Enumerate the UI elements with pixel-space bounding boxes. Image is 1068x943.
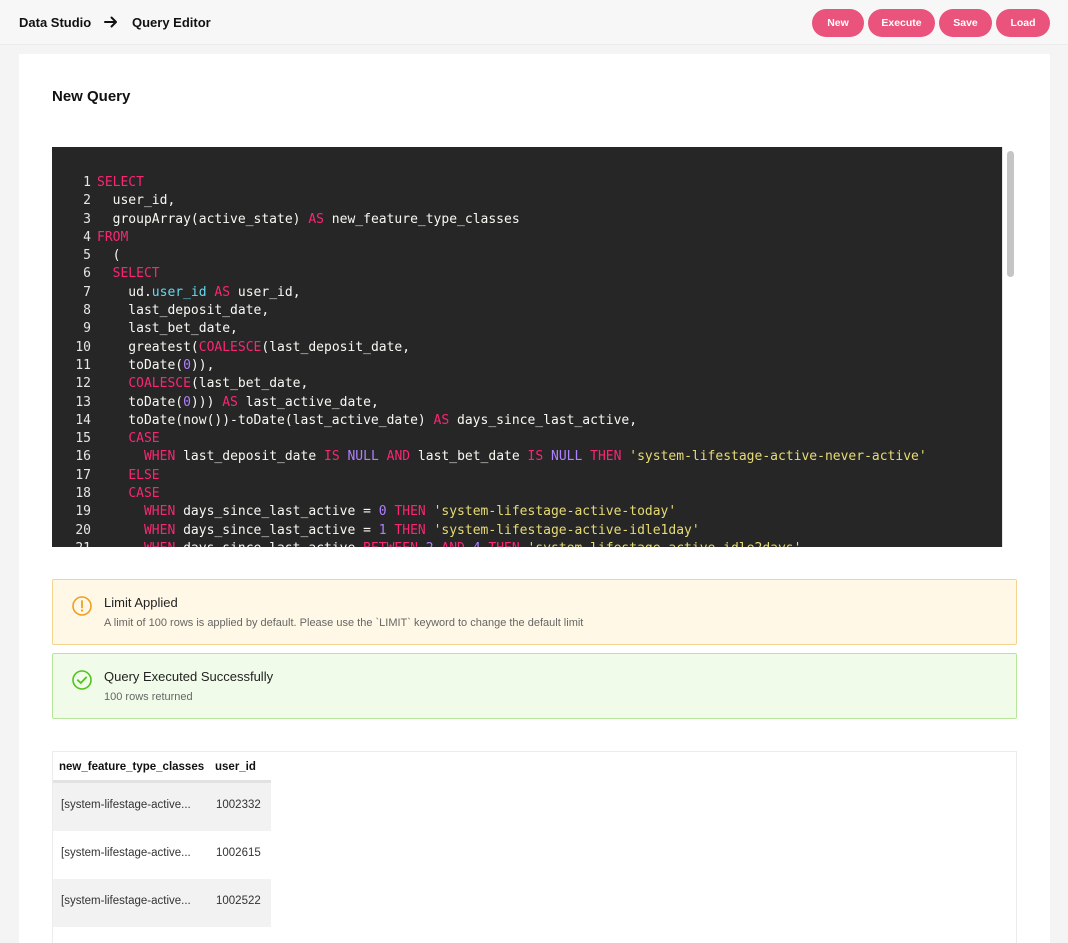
success-alert-title: Query Executed Successfully: [104, 669, 274, 684]
code-line[interactable]: 6 SELECT: [52, 265, 1002, 283]
table-row[interactable]: [system-lifestage-active... 1002522: [53, 879, 271, 927]
code-editor[interactable]: 1 SELECT 2 user_id, 3 groupArray(active_sta…: [52, 147, 1002, 547]
code-line[interactable]: 11 toDate(0)),: [52, 357, 1002, 375]
query-card: New Query 1 SELECT 2 user_id, 3 groupArray(…: [19, 54, 1050, 943]
line-number: 21: [52, 540, 97, 547]
code-line[interactable]: 7 ud.user_id AS user_id,: [52, 284, 1002, 302]
limit-alert: Limit Applied A limit of 100 rows is app…: [52, 579, 1017, 645]
breadcrumb-root[interactable]: Data Studio: [19, 15, 91, 30]
code-text: user_id,: [97, 193, 176, 209]
code-line[interactable]: 17 ELSE: [52, 467, 1002, 485]
code-line[interactable]: 14 toDate(now())-toDate(last_active_date…: [52, 412, 1002, 430]
code-text: (: [97, 248, 121, 264]
code-text: ud.user_id AS user_id,: [97, 284, 301, 300]
code-line[interactable]: 4 FROM: [52, 229, 1002, 247]
line-number: 15: [75, 431, 91, 447]
line-number: 9: [83, 321, 91, 337]
code-line[interactable]: 12 COALESCE(last_bet_date,: [52, 375, 1002, 393]
code-text: last_bet_date,: [97, 321, 238, 337]
code-text: SELECT: [112, 266, 160, 282]
limit-alert-description: A limit of 100 rows is applied by defaul…: [104, 617, 584, 629]
code-text: WHEN days_since_last_active BETWEEN 2 AN…: [97, 541, 801, 547]
arrow-right-icon: [104, 16, 117, 28]
editor-scrollbar[interactable]: [1002, 147, 1018, 547]
code-lines[interactable]: 1 SELECT 2 user_id, 3 groupArray(active_sta…: [52, 174, 1002, 547]
code-text: SELECT: [97, 175, 144, 190]
code-line[interactable]: 9 last_bet_date,: [52, 320, 1002, 338]
line-number: 4: [83, 229, 91, 245]
new-button[interactable]: New: [812, 9, 864, 37]
limit-alert-title: Limit Applied: [104, 595, 178, 610]
line-number: 13: [75, 394, 91, 410]
code-line[interactable]: 18 CASE: [52, 485, 1002, 503]
code-line[interactable]: 8 last_deposit_date,: [52, 302, 1002, 320]
code-text: groupArray(active_state) AS new_feature_…: [97, 211, 520, 227]
page-title: New Query: [52, 88, 131, 105]
line-number: 2: [83, 193, 91, 209]
line-number: 10: [75, 339, 91, 355]
code-text: COALESCE(last_bet_date,: [128, 376, 309, 392]
code-text: FROM: [97, 229, 129, 245]
line-number: 7: [83, 284, 91, 300]
line-number: 8: [83, 303, 91, 319]
top-bar: Data Studio Query Editor New Execute Sav…: [0, 0, 1068, 45]
scrollbar-thumb[interactable]: [1007, 151, 1014, 277]
success-alert: Query Executed Successfully 100 rows ret…: [52, 653, 1017, 719]
column-header[interactable]: new_feature_type_classes: [59, 752, 204, 782]
line-number: 16: [75, 449, 91, 465]
table-cell: [system-lifestage-active...: [61, 895, 191, 907]
line-number: 12: [75, 376, 91, 392]
execute-button[interactable]: Execute: [868, 9, 935, 37]
code-line[interactable]: 5 (: [52, 247, 1002, 265]
line-number: 17: [75, 467, 91, 483]
line-number: 14: [75, 412, 91, 428]
line-number: 18: [75, 486, 91, 502]
load-button[interactable]: Load: [996, 9, 1050, 37]
code-text: toDate(0)),: [97, 357, 215, 373]
line-number: 3: [83, 211, 91, 227]
table-cell: 1002615: [216, 847, 261, 859]
warning-icon: [72, 596, 92, 616]
code-text: last_deposit_date,: [97, 303, 270, 319]
code-line[interactable]: 2 user_id,: [52, 192, 1002, 210]
table-row[interactable]: [system-lifestage-active... 1002332: [53, 783, 271, 831]
code-text: greatest(COALESCE(last_deposit_date,: [97, 339, 411, 355]
save-button[interactable]: Save: [939, 9, 992, 37]
code-line[interactable]: 10 greatest(COALESCE(last_deposit_date,: [52, 339, 1002, 357]
line-number: 6: [83, 266, 91, 282]
code-text: WHEN days_since_last_active = 0 THEN 'sy…: [143, 504, 677, 520]
code-text: toDate(0))) AS last_active_date,: [97, 394, 379, 410]
table-cell: 1002332: [216, 799, 261, 811]
success-alert-description: 100 rows returned: [104, 691, 193, 703]
code-line[interactable]: 21 WHEN days_since_last_active BETWEEN 2…: [52, 540, 1002, 547]
table-cell: [system-lifestage-active...: [61, 799, 191, 811]
code-line[interactable]: 16 WHEN last_deposit_date IS NULL AND la…: [52, 448, 1002, 466]
column-header[interactable]: user_id: [215, 752, 256, 782]
line-number: 11: [75, 357, 91, 373]
line-number: 5: [83, 248, 91, 264]
code-line[interactable]: 13 toDate(0))) AS last_active_date,: [52, 394, 1002, 412]
table-cell: [system-lifestage-active...: [61, 847, 191, 859]
code-text: ELSE: [128, 467, 160, 483]
check-circle-icon: [72, 670, 92, 690]
code-line[interactable]: 20 WHEN days_since_last_active = 1 THEN …: [52, 522, 1002, 540]
table-row[interactable]: [system-lifestage-active... 1002615: [53, 831, 271, 879]
code-text: toDate(now())-toDate(last_active_date) A…: [97, 412, 638, 428]
line-number: 20: [75, 522, 91, 538]
code-text: CASE: [128, 486, 160, 502]
code-line[interactable]: 19 WHEN days_since_last_active = 0 THEN …: [52, 503, 1002, 521]
code-line[interactable]: 15 CASE: [52, 430, 1002, 448]
code-line[interactable]: 3 groupArray(active_state) AS new_featur…: [52, 211, 1002, 229]
results-table: new_feature_type_classes user_id [system…: [52, 751, 1017, 943]
line-number: 1: [83, 175, 91, 190]
line-number: 19: [75, 504, 91, 520]
code-text: CASE: [128, 431, 160, 447]
breadcrumb-current: Query Editor: [132, 15, 211, 30]
code-text: WHEN last_deposit_date IS NULL AND last_…: [143, 449, 927, 465]
code-text: WHEN days_since_last_active = 1 THEN 'sy…: [143, 522, 700, 538]
table-cell: 1002522: [216, 895, 261, 907]
code-line[interactable]: 1 SELECT: [52, 174, 1002, 192]
